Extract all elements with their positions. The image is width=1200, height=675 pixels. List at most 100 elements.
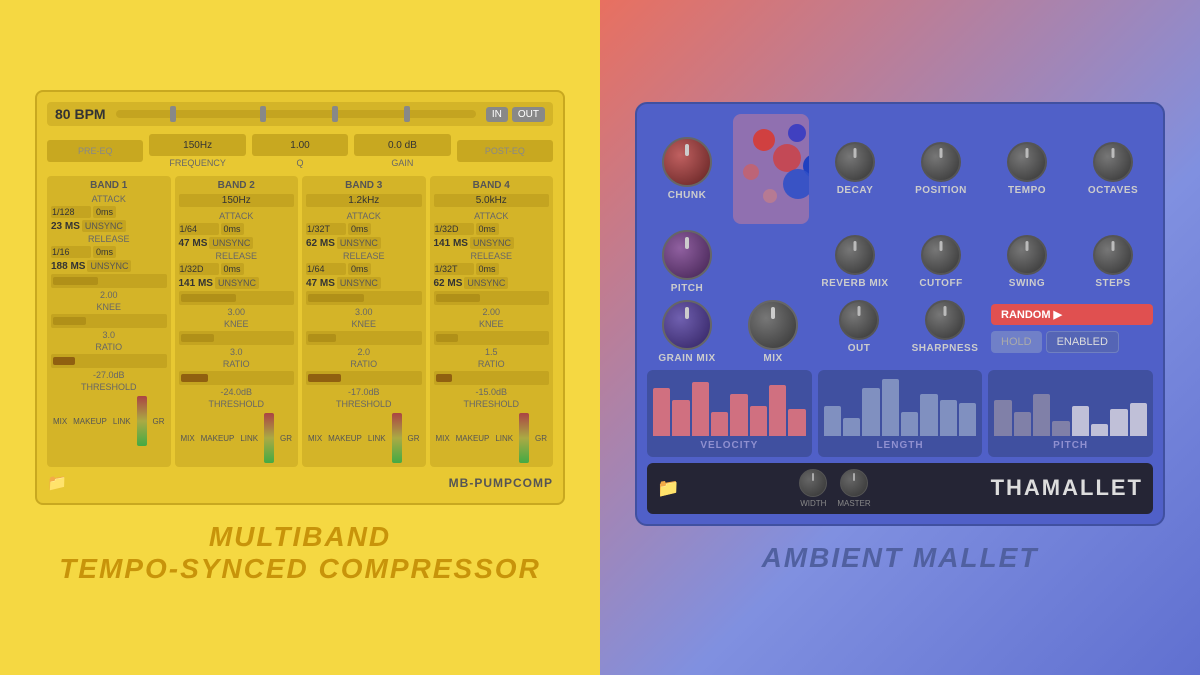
band-3-release-unsync[interactable]: UNSYNC xyxy=(337,277,381,289)
q-slider[interactable]: 1.00 xyxy=(252,134,348,156)
vel-bar-5[interactable] xyxy=(730,394,747,436)
band-4-ratio-slider[interactable] xyxy=(434,331,550,345)
velocity-sequencer: VELOCITY xyxy=(647,370,812,457)
band-2-ratio-label: RATIO xyxy=(179,359,295,369)
freq-slider[interactable]: 150Hz xyxy=(149,134,245,156)
band-4-freq: 5.0kHz xyxy=(434,194,550,207)
band-4-attack-select[interactable]: 1/32D xyxy=(434,223,474,235)
vel-bar-6[interactable] xyxy=(750,406,767,436)
band-1-attack-ms: 23 MS xyxy=(51,221,80,232)
velocity-bars xyxy=(653,376,806,436)
bpm-slider[interactable] xyxy=(116,110,476,118)
len-bar-7[interactable] xyxy=(940,400,957,436)
band-1-attack-unsync[interactable]: UNSYNC xyxy=(82,220,126,232)
mix-knob[interactable] xyxy=(748,300,798,350)
sharpness-knob[interactable] xyxy=(925,300,965,340)
band-2-attack-select[interactable]: 1/64 xyxy=(179,223,219,235)
octaves-knob[interactable] xyxy=(1093,142,1133,182)
steps-knob[interactable] xyxy=(1093,235,1133,275)
pitch-bar-2[interactable] xyxy=(1014,412,1031,436)
io-buttons: IN OUT xyxy=(486,107,545,122)
band-2-knee-slider[interactable] xyxy=(179,291,295,305)
band-3-release-select[interactable]: 1/64 xyxy=(306,263,346,275)
len-bar-6[interactable] xyxy=(920,394,937,436)
right-controls: RANDOM ▶ HOLD ENABLED xyxy=(991,300,1153,353)
width-knob[interactable] xyxy=(799,469,827,497)
band-4-release-ms-row: 62 MS UNSYNC xyxy=(434,277,550,289)
reverb-mix-knob[interactable] xyxy=(835,235,875,275)
band-3-release-row: 1/64 0ms xyxy=(306,263,422,275)
band-4-threshold-slider[interactable] xyxy=(434,371,550,385)
cutoff-knob[interactable] xyxy=(921,235,961,275)
out-knob[interactable] xyxy=(839,300,879,340)
swing-knob[interactable] xyxy=(1007,235,1047,275)
band-3-threshold-slider[interactable] xyxy=(306,371,422,385)
vel-bar-2[interactable] xyxy=(672,400,689,436)
chunk-label: CHUNK xyxy=(668,190,707,201)
band-3-ratio-slider[interactable] xyxy=(306,331,422,345)
pitch-bar-7[interactable] xyxy=(1110,409,1127,436)
random-button[interactable]: RANDOM ▶ xyxy=(991,304,1153,325)
hold-button[interactable]: HOLD xyxy=(991,331,1042,353)
mallet-folder-icon[interactable]: 📁 xyxy=(657,478,679,499)
band-2-attack-unsync[interactable]: UNSYNC xyxy=(209,237,253,249)
band-3-freq: 1.2kHz xyxy=(306,194,422,207)
band-1-release-unsync[interactable]: UNSYNC xyxy=(87,260,131,272)
vel-bar-8[interactable] xyxy=(788,409,805,436)
band-1-threshold-slider[interactable] xyxy=(51,354,167,368)
in-button[interactable]: IN xyxy=(486,107,508,122)
sharpness-label: SHARPNESS xyxy=(912,343,979,354)
band-4-knee-slider[interactable] xyxy=(434,291,550,305)
len-bar-4[interactable] xyxy=(882,379,899,436)
band-3-attack-unsync[interactable]: UNSYNC xyxy=(337,237,381,249)
band-4-release-select[interactable]: 1/32T xyxy=(434,263,474,275)
band-2-release-ms: 141 MS xyxy=(179,278,213,289)
vel-bar-7[interactable] xyxy=(769,385,786,436)
band-4-makeup-label: MAKEUP xyxy=(456,434,490,443)
band-4-attack-unsync[interactable]: UNSYNC xyxy=(470,237,514,249)
band-4-release-unsync[interactable]: UNSYNC xyxy=(464,277,508,289)
band-4-gr-label: GR xyxy=(535,434,547,443)
pitch-label: PITCH xyxy=(671,283,704,294)
band-1-attack-row: 1/128 0ms xyxy=(51,206,167,218)
bpm-label: 80 BPM xyxy=(55,106,106,122)
vel-bar-1[interactable] xyxy=(653,388,670,436)
band-1-knee-slider[interactable] xyxy=(51,274,167,288)
len-bar-1[interactable] xyxy=(824,406,841,436)
enabled-button[interactable]: ENABLED xyxy=(1046,331,1119,353)
band-3-knee-slider[interactable] xyxy=(306,291,422,305)
folder-icon[interactable]: 📁 xyxy=(47,473,67,493)
out-button[interactable]: OUT xyxy=(512,107,545,122)
pitch-bar-5[interactable] xyxy=(1072,406,1089,436)
pitch-bar-8[interactable] xyxy=(1130,403,1147,436)
band-2-release-select[interactable]: 1/32D xyxy=(179,263,219,275)
band-1-attack-select[interactable]: 1/128 xyxy=(51,206,91,218)
band-2-release-unsync[interactable]: UNSYNC xyxy=(215,277,259,289)
post-eq-slider[interactable]: POST-EQ xyxy=(457,140,553,162)
band-1-release-select[interactable]: 1/16 xyxy=(51,246,91,258)
len-bar-8[interactable] xyxy=(959,403,976,436)
pitch-bar-6[interactable] xyxy=(1091,424,1108,436)
band-1-ratio-slider[interactable] xyxy=(51,314,167,328)
pitch-bar-1[interactable] xyxy=(994,400,1011,436)
grain-mix-knob[interactable] xyxy=(662,300,712,350)
gain-slider[interactable]: 0.0 dB xyxy=(354,134,450,156)
pitch-bar-4[interactable] xyxy=(1052,421,1069,436)
len-bar-5[interactable] xyxy=(901,412,918,436)
pitch-knob[interactable] xyxy=(662,230,712,280)
vel-bar-3[interactable] xyxy=(692,382,709,436)
pre-eq-slider[interactable]: PRE-EQ xyxy=(47,140,143,162)
pitch-bar-3[interactable] xyxy=(1033,394,1050,436)
band-2-threshold-slider[interactable] xyxy=(179,371,295,385)
decay-knob[interactable] xyxy=(835,142,875,182)
master-knob[interactable] xyxy=(840,469,868,497)
tempo-knob[interactable] xyxy=(1007,142,1047,182)
len-bar-3[interactable] xyxy=(862,388,879,436)
len-bar-2[interactable] xyxy=(843,418,860,436)
gain-label: GAIN xyxy=(391,158,413,168)
band-3-attack-select[interactable]: 1/32T xyxy=(306,223,346,235)
vel-bar-4[interactable] xyxy=(711,412,728,436)
chunk-knob[interactable] xyxy=(662,137,712,187)
band-2-ratio-slider[interactable] xyxy=(179,331,295,345)
position-knob[interactable] xyxy=(921,142,961,182)
